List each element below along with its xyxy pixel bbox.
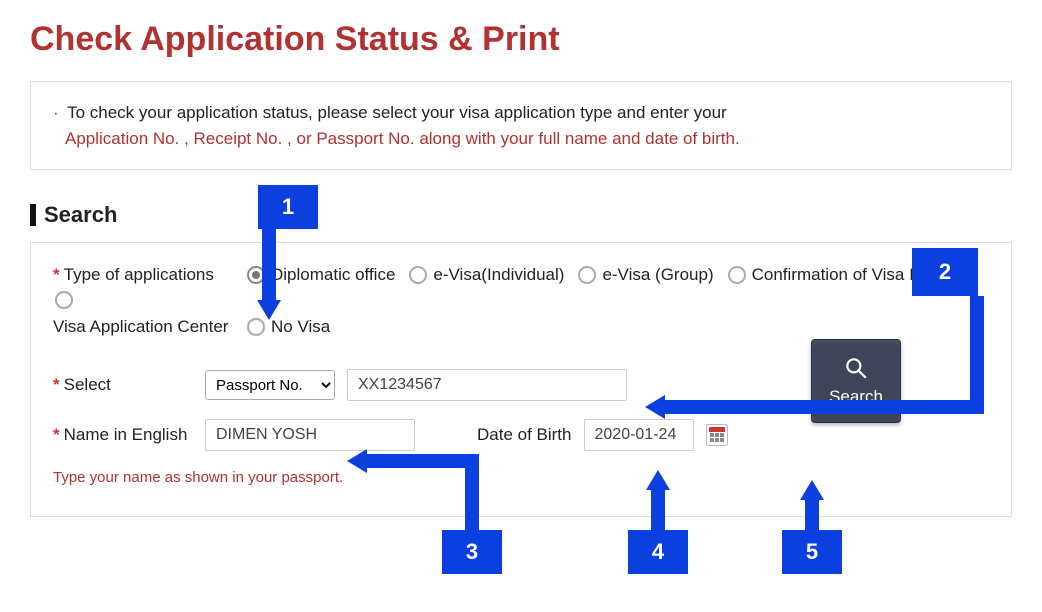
callout-arrow — [805, 499, 819, 533]
callout-arrowhead-icon — [646, 470, 670, 490]
bullet-icon: · — [53, 103, 59, 122]
callout-flag-5: 5 — [782, 530, 842, 574]
required-icon: * — [53, 265, 60, 285]
select-label: Select — [64, 375, 111, 395]
radio-icon — [247, 318, 265, 336]
callout-arrow — [664, 400, 984, 414]
section-header: Search — [30, 202, 1012, 228]
radio-label: e-Visa (Group) — [602, 265, 713, 285]
info-line2: Application No. , Receipt No. , or Passp… — [53, 126, 989, 152]
identifier-type-select[interactable]: Passport No. — [205, 370, 335, 400]
name-hint: Type your name as shown in your passport… — [53, 469, 989, 486]
required-icon: * — [53, 425, 60, 445]
radio-evisa-individual[interactable]: e-Visa(Individual) — [409, 265, 564, 285]
calendar-icon[interactable] — [706, 424, 728, 446]
radio-label: e-Visa(Individual) — [433, 265, 564, 285]
search-icon — [843, 355, 869, 381]
callout-arrow — [366, 454, 476, 468]
radio-evisa-group[interactable]: e-Visa (Group) — [578, 265, 713, 285]
callout-flag-2: 2 — [912, 248, 978, 296]
dob-input[interactable] — [584, 419, 694, 451]
callout-arrow — [262, 229, 276, 303]
vac-label: Visa Application Center — [53, 317, 228, 336]
radio-icon — [578, 266, 596, 284]
info-box: · To check your application status, plea… — [30, 81, 1012, 170]
callout-flag-3: 3 — [442, 530, 502, 574]
callout-arrowhead-icon — [800, 480, 824, 500]
page-title: Check Application Status & Print — [30, 20, 1012, 59]
callout-arrow — [970, 296, 984, 414]
section-bar-icon — [30, 204, 36, 226]
section-header-text: Search — [44, 202, 117, 228]
radio-icon — [409, 266, 427, 284]
search-form: * Type of applications Diplomatic office… — [30, 242, 1012, 517]
dob-label: Date of Birth — [477, 425, 572, 445]
callout-flag-4: 4 — [628, 530, 688, 574]
radio-label: No Visa — [271, 317, 330, 337]
callout-flag-1: 1 — [258, 185, 318, 229]
radio-icon — [55, 291, 73, 309]
callout-arrowhead-icon — [257, 300, 281, 320]
info-line1: To check your application status, please… — [67, 103, 727, 122]
callout-arrowhead-icon — [645, 395, 665, 419]
required-icon: * — [53, 375, 60, 395]
identifier-input[interactable] — [347, 369, 627, 401]
callout-arrowhead-icon — [347, 449, 367, 473]
radio-no-visa[interactable]: No Visa — [247, 317, 330, 337]
radio-blank[interactable] — [55, 291, 73, 309]
callout-arrow — [651, 489, 665, 533]
name-label: Name in English — [64, 425, 188, 445]
type-label: Type of applications — [64, 265, 214, 285]
radio-label: Diplomatic office — [271, 265, 395, 285]
radio-icon — [728, 266, 746, 284]
name-input[interactable] — [205, 419, 415, 451]
